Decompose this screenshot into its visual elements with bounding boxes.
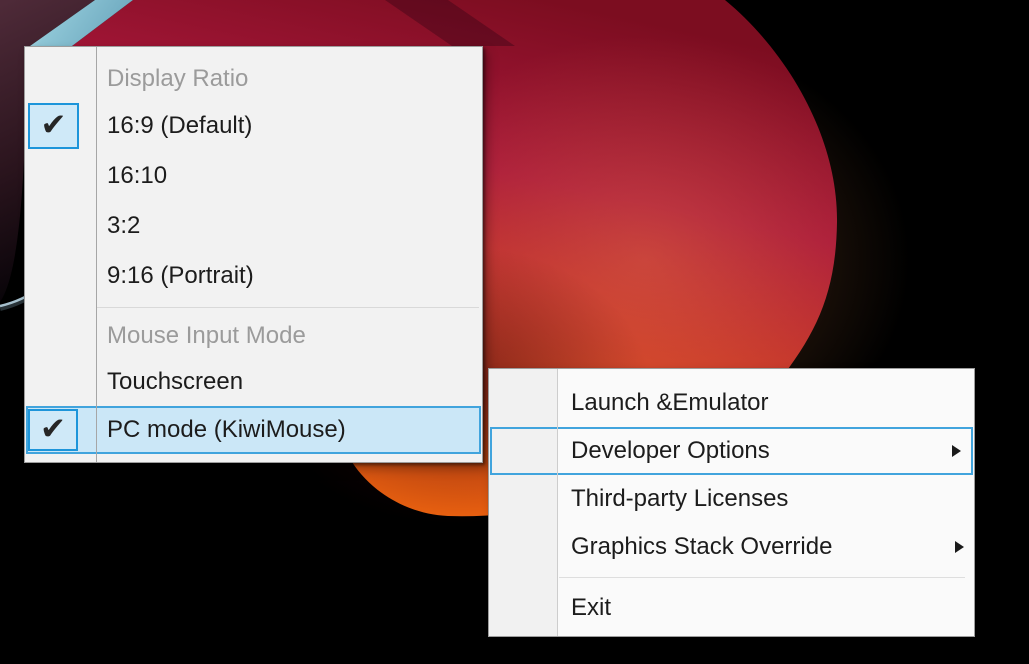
menu-separator bbox=[97, 307, 479, 308]
menu-header-label: Display Ratio bbox=[107, 65, 248, 93]
menu-item-label: Third-party Licenses bbox=[571, 485, 788, 513]
menu-item-label: 9:16 (Portrait) bbox=[107, 262, 254, 290]
menu-item-launch-emulator[interactable]: Launch &Emulator bbox=[489, 379, 974, 427]
menu-item-graphics-stack-override[interactable]: Graphics Stack Override bbox=[489, 523, 974, 571]
submenu-arrow-icon bbox=[952, 445, 961, 457]
menu-item-label: Exit bbox=[571, 594, 611, 622]
menu-header-mouse-input-mode: Mouse Input Mode bbox=[25, 314, 482, 358]
checked-indicator: ✔ bbox=[28, 103, 79, 149]
display-mouse-submenu: Display Ratio ✔ 16:9 (Default) 16:10 3:2… bbox=[24, 46, 483, 463]
menu-item-developer-options[interactable]: Developer Options bbox=[490, 427, 973, 475]
menu-item-exit[interactable]: Exit bbox=[489, 584, 974, 632]
menu-item-label: Graphics Stack Override bbox=[571, 533, 832, 561]
menu-item-label: 16:9 (Default) bbox=[107, 112, 252, 140]
menu-header-display-ratio: Display Ratio bbox=[25, 57, 482, 101]
menu-item-label: 3:2 bbox=[107, 212, 140, 240]
checked-indicator: ✔ bbox=[28, 409, 78, 451]
menu-header-label: Mouse Input Mode bbox=[107, 322, 306, 350]
menu-item-label: Launch &Emulator bbox=[571, 389, 768, 417]
menu-item-16-10[interactable]: 16:10 bbox=[25, 151, 482, 201]
menu-separator bbox=[559, 577, 965, 578]
emulator-context-menu: Launch &Emulator Developer Options Third… bbox=[488, 368, 975, 637]
desktop-screen: Display Ratio ✔ 16:9 (Default) 16:10 3:2… bbox=[0, 0, 1029, 664]
menu-item-touchscreen[interactable]: Touchscreen bbox=[25, 358, 482, 406]
menu-item-label: 16:10 bbox=[107, 162, 167, 190]
menu-item-pc-mode-kiwimouse[interactable]: ✔ PC mode (KiwiMouse) bbox=[26, 406, 481, 454]
submenu-arrow-icon bbox=[955, 541, 964, 553]
menu-item-label: Touchscreen bbox=[107, 368, 243, 396]
menu-item-3-2[interactable]: 3:2 bbox=[25, 201, 482, 251]
menu-item-9-16-portrait[interactable]: 9:16 (Portrait) bbox=[25, 251, 482, 301]
menu-item-label: Developer Options bbox=[571, 437, 770, 465]
menu-item-label: PC mode (KiwiMouse) bbox=[107, 416, 346, 444]
checkmark-icon: ✔ bbox=[41, 110, 67, 141]
menu-item-16-9-default[interactable]: ✔ 16:9 (Default) bbox=[25, 101, 482, 151]
menu-item-third-party-licenses[interactable]: Third-party Licenses bbox=[489, 475, 974, 523]
checkmark-icon: ✔ bbox=[40, 414, 66, 445]
